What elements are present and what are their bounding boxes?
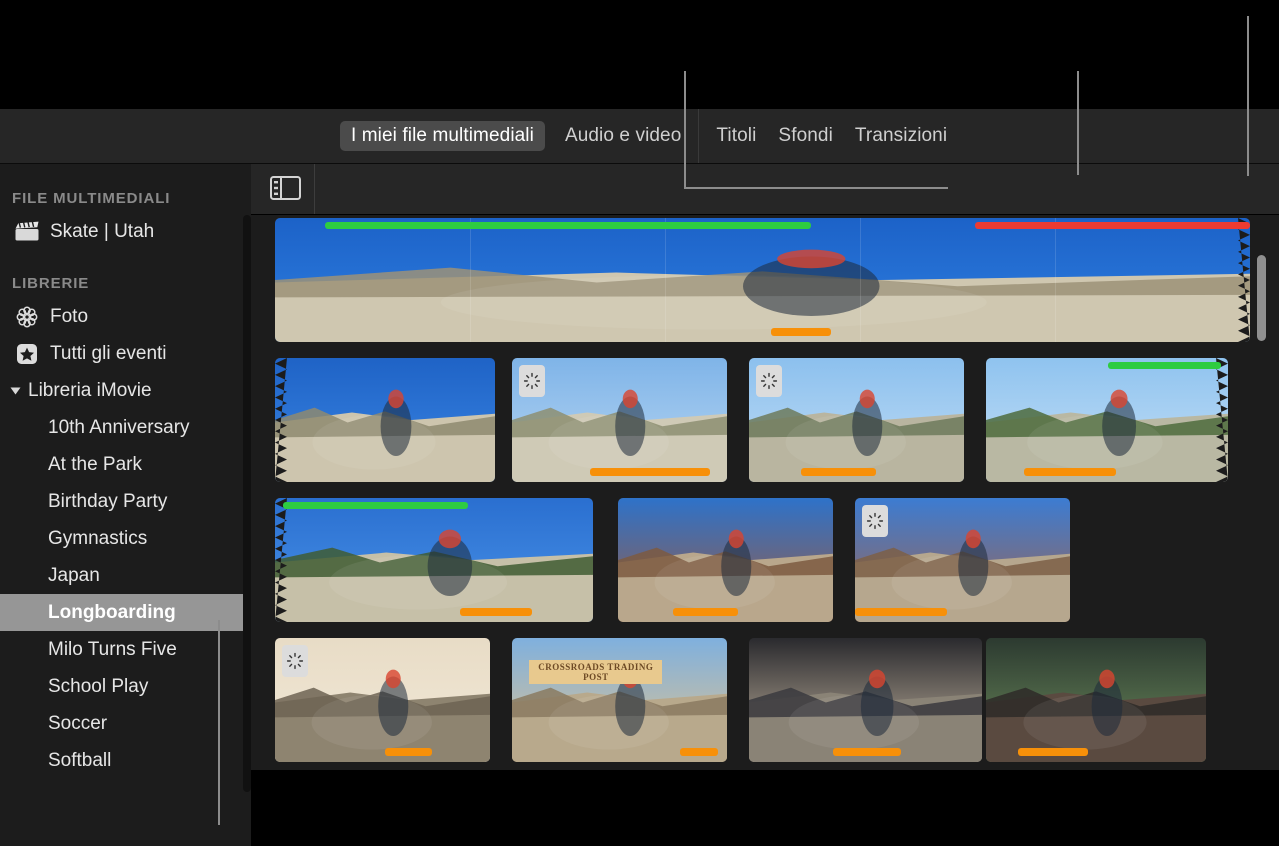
tab-audio-video[interactable]: Audio e video xyxy=(554,121,692,151)
sidebar-item-label: Birthday Party xyxy=(48,490,168,512)
clip-marker-used[interactable] xyxy=(1024,468,1116,476)
callout-settings-vertical xyxy=(1247,16,1249,176)
sidebar-item-school-play[interactable]: School Play xyxy=(0,668,251,705)
sidebar-item-at-the-park[interactable]: At the Park xyxy=(0,446,251,483)
clip-marker-used[interactable] xyxy=(833,748,901,756)
star-events-icon xyxy=(12,342,42,366)
clip-marker-used[interactable] xyxy=(771,328,831,336)
libraries-sidebar[interactable]: FILE MULTIMEDIALI Skate | Utah LIBRERIE xyxy=(0,163,251,846)
media-clip-three-skaters-mountains[interactable] xyxy=(512,358,727,482)
media-clip-red-rock-canyon-road[interactable] xyxy=(618,498,833,622)
clapperboard-icon xyxy=(12,220,42,244)
disclosure-triangle-icon[interactable] xyxy=(10,387,21,394)
media-type-tabbar: I miei file multimediali Audio e video T… xyxy=(0,109,1279,164)
sidebar-item-label: At the Park xyxy=(48,453,142,475)
sidebar-item-softball[interactable]: Softball xyxy=(0,742,251,779)
sidebar-item-imovie-library[interactable]: Libreria iMovie xyxy=(0,372,251,409)
callout-filter-vertical xyxy=(684,71,686,189)
sidebar-item-birthday-party[interactable]: Birthday Party xyxy=(0,483,251,520)
photos-flower-icon xyxy=(12,305,42,329)
media-clip-skater-crouch-closeup[interactable] xyxy=(275,498,593,622)
imovie-media-browser-window: I miei file multimediali Audio e video T… xyxy=(0,0,1279,846)
sidebar-item-japan[interactable]: Japan xyxy=(0,557,251,594)
media-clip-longboard-downhill-filmstrip[interactable] xyxy=(275,218,1250,342)
sidebar-item-10th-anniversary[interactable]: 10th Anniversary xyxy=(0,409,251,446)
clip-marker-favorite[interactable] xyxy=(283,502,468,509)
clip-marker-used[interactable] xyxy=(460,608,532,616)
clip-sign-text: CROSSROADS TRADING POST xyxy=(529,660,663,685)
sidebar-item-label: Milo Turns Five xyxy=(48,638,177,660)
browser-toolbar xyxy=(251,163,1279,215)
tab-my-media[interactable]: I miei file multimediali xyxy=(340,121,545,151)
clip-marker-used[interactable] xyxy=(680,748,718,756)
sidebar-item-label: 10th Anniversary xyxy=(48,416,190,438)
slow-motion-icon xyxy=(862,505,888,537)
clip-marker-favorite[interactable] xyxy=(325,222,811,229)
sidebar-item-label: Soccer xyxy=(48,712,108,734)
media-clip-woman-sunglasses-in-car[interactable] xyxy=(986,638,1206,762)
clip-marker-used[interactable] xyxy=(1018,748,1088,756)
media-clip-crossroads-trading-post-group[interactable]: CROSSROADS TRADING POST xyxy=(512,638,727,762)
sidebar-item-label: Longboarding xyxy=(48,601,176,623)
sidebar-item-milo-turns-five[interactable]: Milo Turns Five xyxy=(0,631,251,668)
sidebar-item-soccer[interactable]: Soccer xyxy=(0,705,251,742)
media-clip-skater-ridge-overlook[interactable] xyxy=(749,358,964,482)
callout-search-vertical xyxy=(1077,71,1079,175)
clip-marker-used[interactable] xyxy=(855,608,947,616)
media-browser-grid[interactable]: CROSSROADS TRADING POST xyxy=(251,214,1279,770)
media-clip-skater-arms-up[interactable] xyxy=(275,358,495,482)
toolbar-separator xyxy=(314,163,315,214)
media-clip-skater-green-hill[interactable] xyxy=(986,358,1228,482)
slow-motion-icon xyxy=(282,645,308,677)
slow-motion-icon xyxy=(756,365,782,397)
clip-marker-used[interactable] xyxy=(801,468,876,476)
clip-marker-used[interactable] xyxy=(673,608,738,616)
sidebar-item-label: Softball xyxy=(48,749,112,771)
sidebar-item-skate-utah[interactable]: Skate | Utah xyxy=(0,213,251,250)
sidebar-item-label: Gymnastics xyxy=(48,527,148,549)
sidebar-item-label: Foto xyxy=(50,305,89,327)
tab-transitions[interactable]: Transizioni xyxy=(844,121,958,151)
media-clip-laughing-boy-in-car[interactable] xyxy=(749,638,982,762)
media-clip-sunset-road-silhouette[interactable] xyxy=(275,638,490,762)
clip-marker-used[interactable] xyxy=(590,468,710,476)
tab-backgrounds[interactable]: Sfondi xyxy=(767,121,843,151)
sidebar-item-label: Tutti gli eventi xyxy=(50,342,167,364)
sidebar-section-media: FILE MULTIMEDIALI xyxy=(12,189,171,207)
sidebar-toggle-icon[interactable] xyxy=(270,176,301,200)
sidebar-item-longboarding[interactable]: Longboarding xyxy=(0,594,251,631)
sidebar-item-photos[interactable]: Foto xyxy=(0,298,251,335)
media-clip-two-skaters-red-rock[interactable] xyxy=(855,498,1070,622)
tab-titles[interactable]: Titoli xyxy=(705,121,767,151)
sidebar-item-label: Skate | Utah xyxy=(50,220,155,242)
tab-divider xyxy=(698,109,700,163)
sidebar-item-label: Japan xyxy=(48,564,100,586)
sidebar-item-label: Libreria iMovie xyxy=(28,379,152,401)
slow-motion-icon xyxy=(519,365,545,397)
sidebar-section-libraries: LIBRERIE xyxy=(12,274,90,292)
tab-list: I miei file multimediali Audio e video T… xyxy=(340,109,958,163)
sidebar-item-label: School Play xyxy=(48,675,149,697)
callout-filter-horizontal xyxy=(684,187,948,189)
sidebar-item-gymnastics[interactable]: Gymnastics xyxy=(0,520,251,557)
clip-marker-favorite[interactable] xyxy=(1108,362,1221,369)
sidebar-item-all-events[interactable]: Tutti gli eventi xyxy=(0,335,251,372)
sidebar-vertical-scrollbar[interactable] xyxy=(243,215,251,792)
callout-sidebar-event-vertical xyxy=(218,620,220,825)
clip-marker-used[interactable] xyxy=(385,748,432,756)
clip-marker-rejected[interactable] xyxy=(975,222,1250,229)
browser-vertical-scrollbar[interactable] xyxy=(1257,255,1266,341)
